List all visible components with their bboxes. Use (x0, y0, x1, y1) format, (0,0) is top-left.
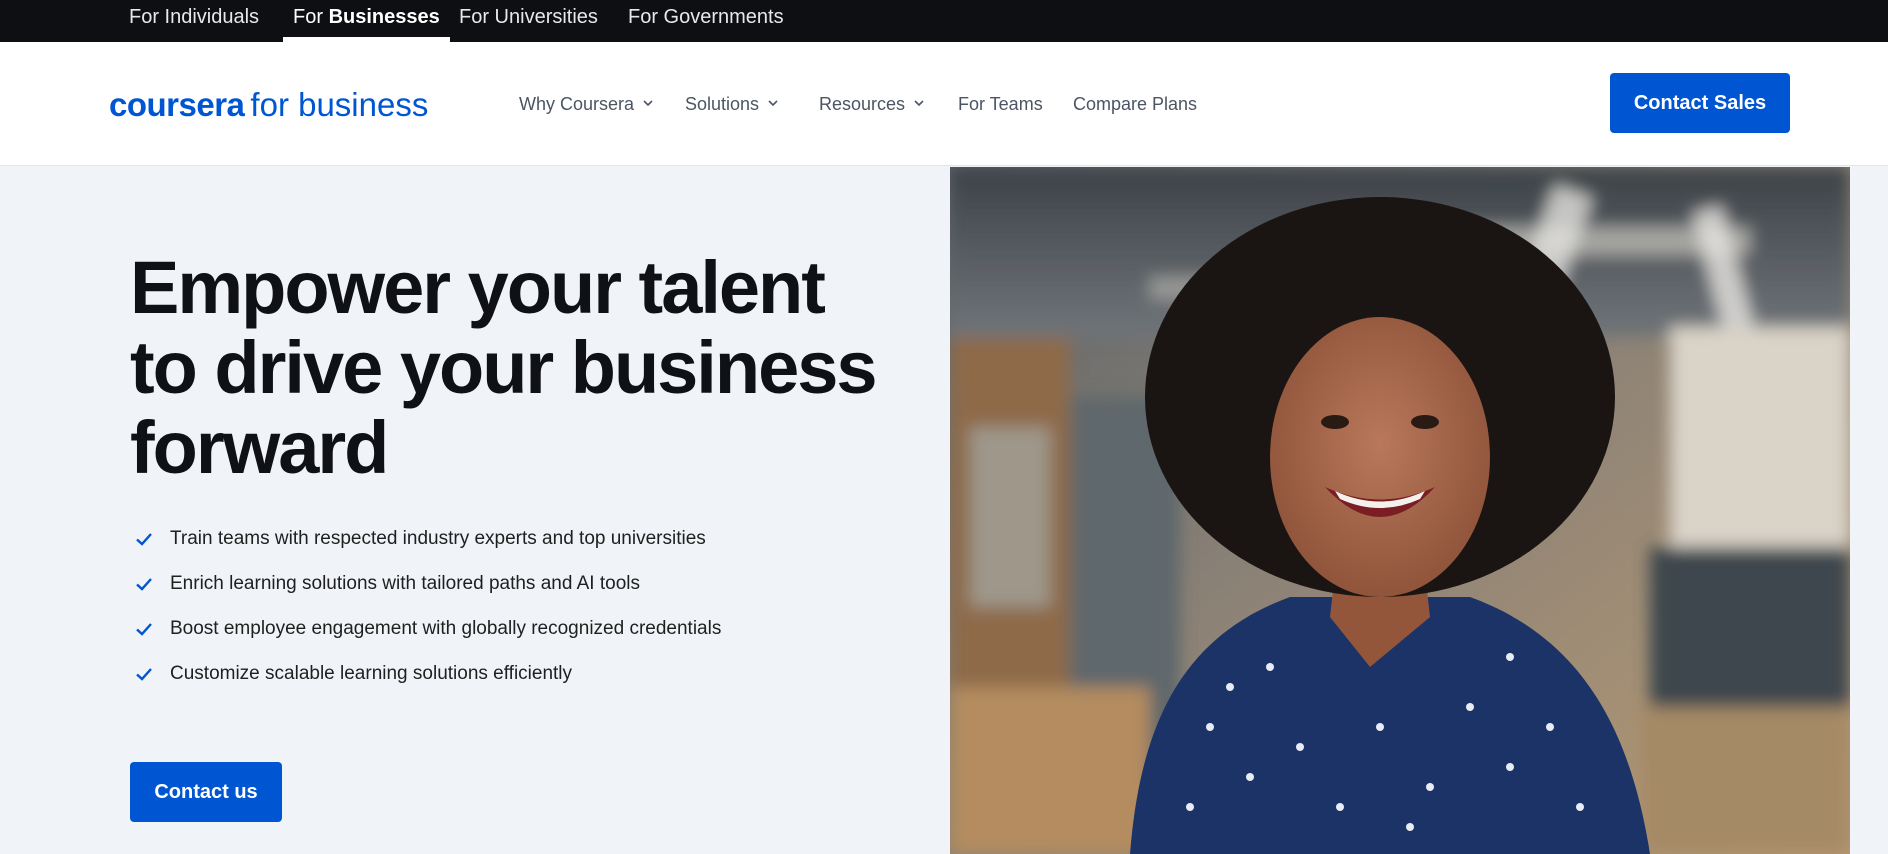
benefit-text: Enrich learning solutions with tailored … (170, 572, 640, 594)
nav-resources-label: Resources (819, 94, 906, 114)
check-icon (136, 622, 152, 636)
nav-solutions-label: Solutions (685, 94, 760, 114)
chevron-down-icon (643, 100, 653, 107)
audience-tab-individuals[interactable]: For Individuals (129, 0, 259, 42)
hero-photo (950, 167, 1850, 854)
hero-photo-illustration (950, 167, 1850, 854)
chevron-down-icon (768, 100, 778, 107)
audience-tab-businesses-prefix: For (293, 6, 323, 28)
nav-compare-plans[interactable]: Compare Plans (1073, 94, 1197, 115)
benefit-item: Train teams with respected industry expe… (134, 516, 721, 561)
audience-bar: For Individuals For Businesses For Unive… (0, 0, 1888, 42)
benefit-text: Boost employee engagement with globally … (170, 617, 722, 639)
benefit-text: Customize scalable learning solutions ef… (170, 662, 573, 684)
nav-why-coursera[interactable]: Why Coursera (519, 94, 654, 115)
check-icon (136, 532, 152, 546)
chevron-down-icon (914, 100, 924, 107)
nav-for-teams[interactable]: For Teams (958, 94, 1043, 115)
audience-tab-businesses[interactable]: For Businesses (283, 0, 450, 42)
contact-sales-button[interactable]: Contact Sales (1610, 73, 1790, 133)
nav-solutions[interactable]: Solutions (685, 94, 779, 115)
contact-us-button[interactable]: Contact us (130, 762, 282, 822)
hero-title: Empower your talent to drive your busine… (130, 246, 878, 489)
benefit-item: Customize scalable learning solutions ef… (134, 651, 721, 696)
nav-resources[interactable]: Resources (819, 94, 925, 115)
benefit-item: Enrich learning solutions with tailored … (134, 561, 721, 606)
benefits-list: Train teams with respected industry expe… (134, 516, 721, 696)
audience-tab-businesses-bold: Businesses (328, 6, 440, 28)
coursera-for-business-logo[interactable]: coursera for business (109, 86, 428, 124)
audience-tab-universities[interactable]: For Universities (459, 0, 598, 42)
audience-tab-governments[interactable]: For Governments (628, 0, 784, 42)
logo-suffix: for business (250, 86, 429, 123)
site-header: coursera for business Why Coursera Soluti… (0, 42, 1888, 166)
benefit-item: Boost employee engagement with globally … (134, 606, 721, 651)
nav-why-coursera-label: Why Coursera (519, 94, 635, 114)
check-icon (136, 577, 152, 591)
benefit-text: Train teams with respected industry expe… (170, 527, 706, 549)
logo-brand: coursera (109, 86, 245, 123)
check-icon (136, 667, 152, 681)
